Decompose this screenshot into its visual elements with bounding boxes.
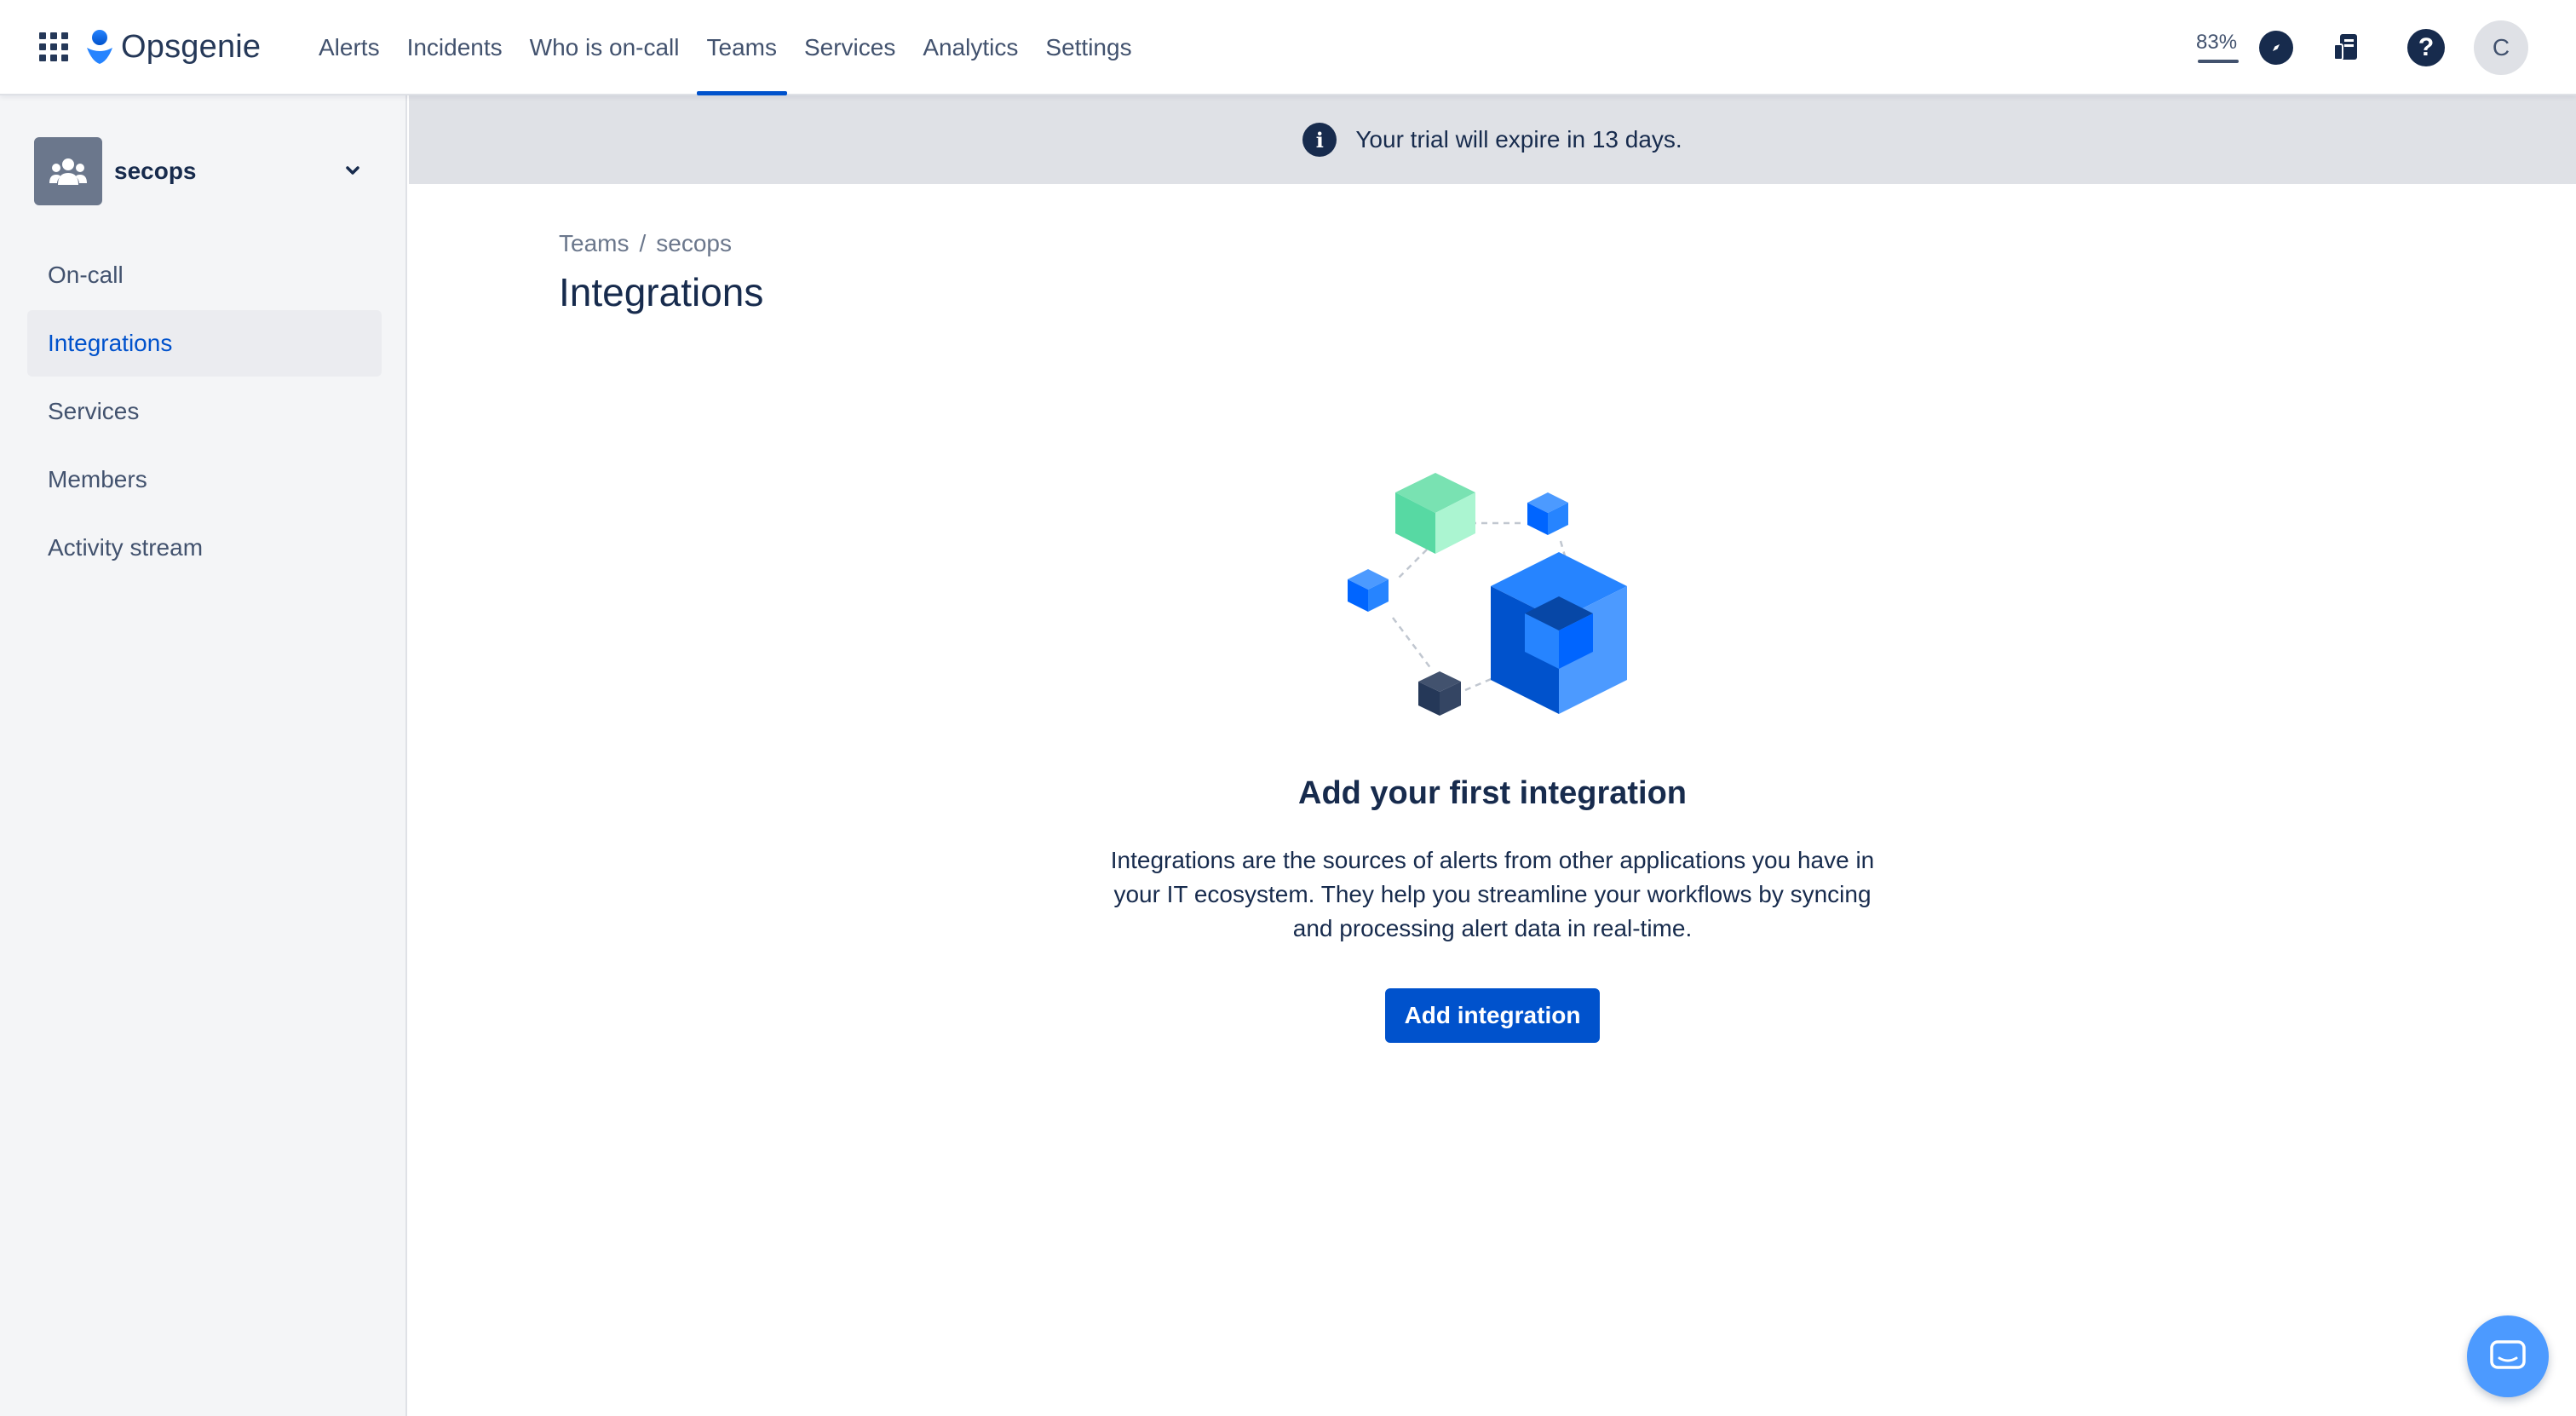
- main-nav: Alerts Incidents Who is on-call Teams Se…: [305, 0, 1146, 95]
- sidebar-item-members[interactable]: Members: [27, 446, 382, 513]
- nav-settings[interactable]: Settings: [1032, 0, 1145, 95]
- info-icon: i: [1302, 123, 1337, 157]
- nav-teams[interactable]: Teams: [693, 0, 791, 95]
- trial-banner-text: Your trial will expire in 13 days.: [1355, 126, 1682, 153]
- nav-alerts[interactable]: Alerts: [305, 0, 394, 95]
- zoom-indicator: [2198, 60, 2239, 63]
- team-icon: [34, 137, 102, 205]
- sidebar-item-integrations[interactable]: Integrations: [27, 310, 382, 377]
- empty-state-title: Add your first integration: [1298, 775, 1687, 811]
- team-menu: On-call Integrations Services Members Ac…: [27, 242, 382, 583]
- trial-banner: i Your trial will expire in 13 days.: [409, 95, 2576, 184]
- opsgenie-logo[interactable]: Opsgenie: [85, 26, 261, 68]
- app-switcher-icon[interactable]: [39, 32, 68, 61]
- breadcrumb-team-link[interactable]: secops: [656, 230, 732, 257]
- empty-state-description: Integrations are the sources of alerts f…: [1110, 847, 1875, 941]
- add-integration-button[interactable]: Add integration: [1385, 988, 1600, 1043]
- sidebar-item-on-call[interactable]: On-call: [27, 242, 382, 308]
- nav-who-is-on-call[interactable]: Who is on-call: [516, 0, 693, 95]
- nav-analytics[interactable]: Analytics: [909, 0, 1032, 95]
- zoom-level[interactable]: 83%: [2196, 31, 2237, 55]
- opsgenie-logo-icon: [87, 30, 112, 64]
- sidebar-item-activity-stream[interactable]: Activity stream: [27, 515, 382, 581]
- team-switcher[interactable]: secops: [34, 136, 375, 206]
- team-sidebar: secops On-call Integrations Services Mem…: [0, 95, 407, 1416]
- chat-icon[interactable]: [2467, 1315, 2549, 1397]
- team-name: secops: [114, 158, 197, 184]
- nav-incidents[interactable]: Incidents: [394, 0, 516, 95]
- feed-icon[interactable]: [2329, 31, 2363, 65]
- breadcrumb: Teams / secops: [559, 230, 732, 257]
- nav-services[interactable]: Services: [791, 0, 909, 95]
- page-title: Integrations: [559, 270, 764, 314]
- app-name: Opsgenie: [121, 28, 262, 65]
- help-icon[interactable]: ?: [2407, 29, 2445, 66]
- chevron-down-icon[interactable]: [342, 160, 363, 181]
- compass-icon[interactable]: [2259, 31, 2293, 65]
- breadcrumb-teams-link[interactable]: Teams: [559, 230, 629, 257]
- breadcrumb-separator: /: [639, 230, 647, 256]
- top-navigation-bar: Opsgenie Alerts Incidents Who is on-call…: [0, 0, 2576, 95]
- sidebar-item-services[interactable]: Services: [27, 378, 382, 445]
- integrations-illustration: [1348, 473, 1627, 716]
- avatar[interactable]: C: [2474, 20, 2528, 75]
